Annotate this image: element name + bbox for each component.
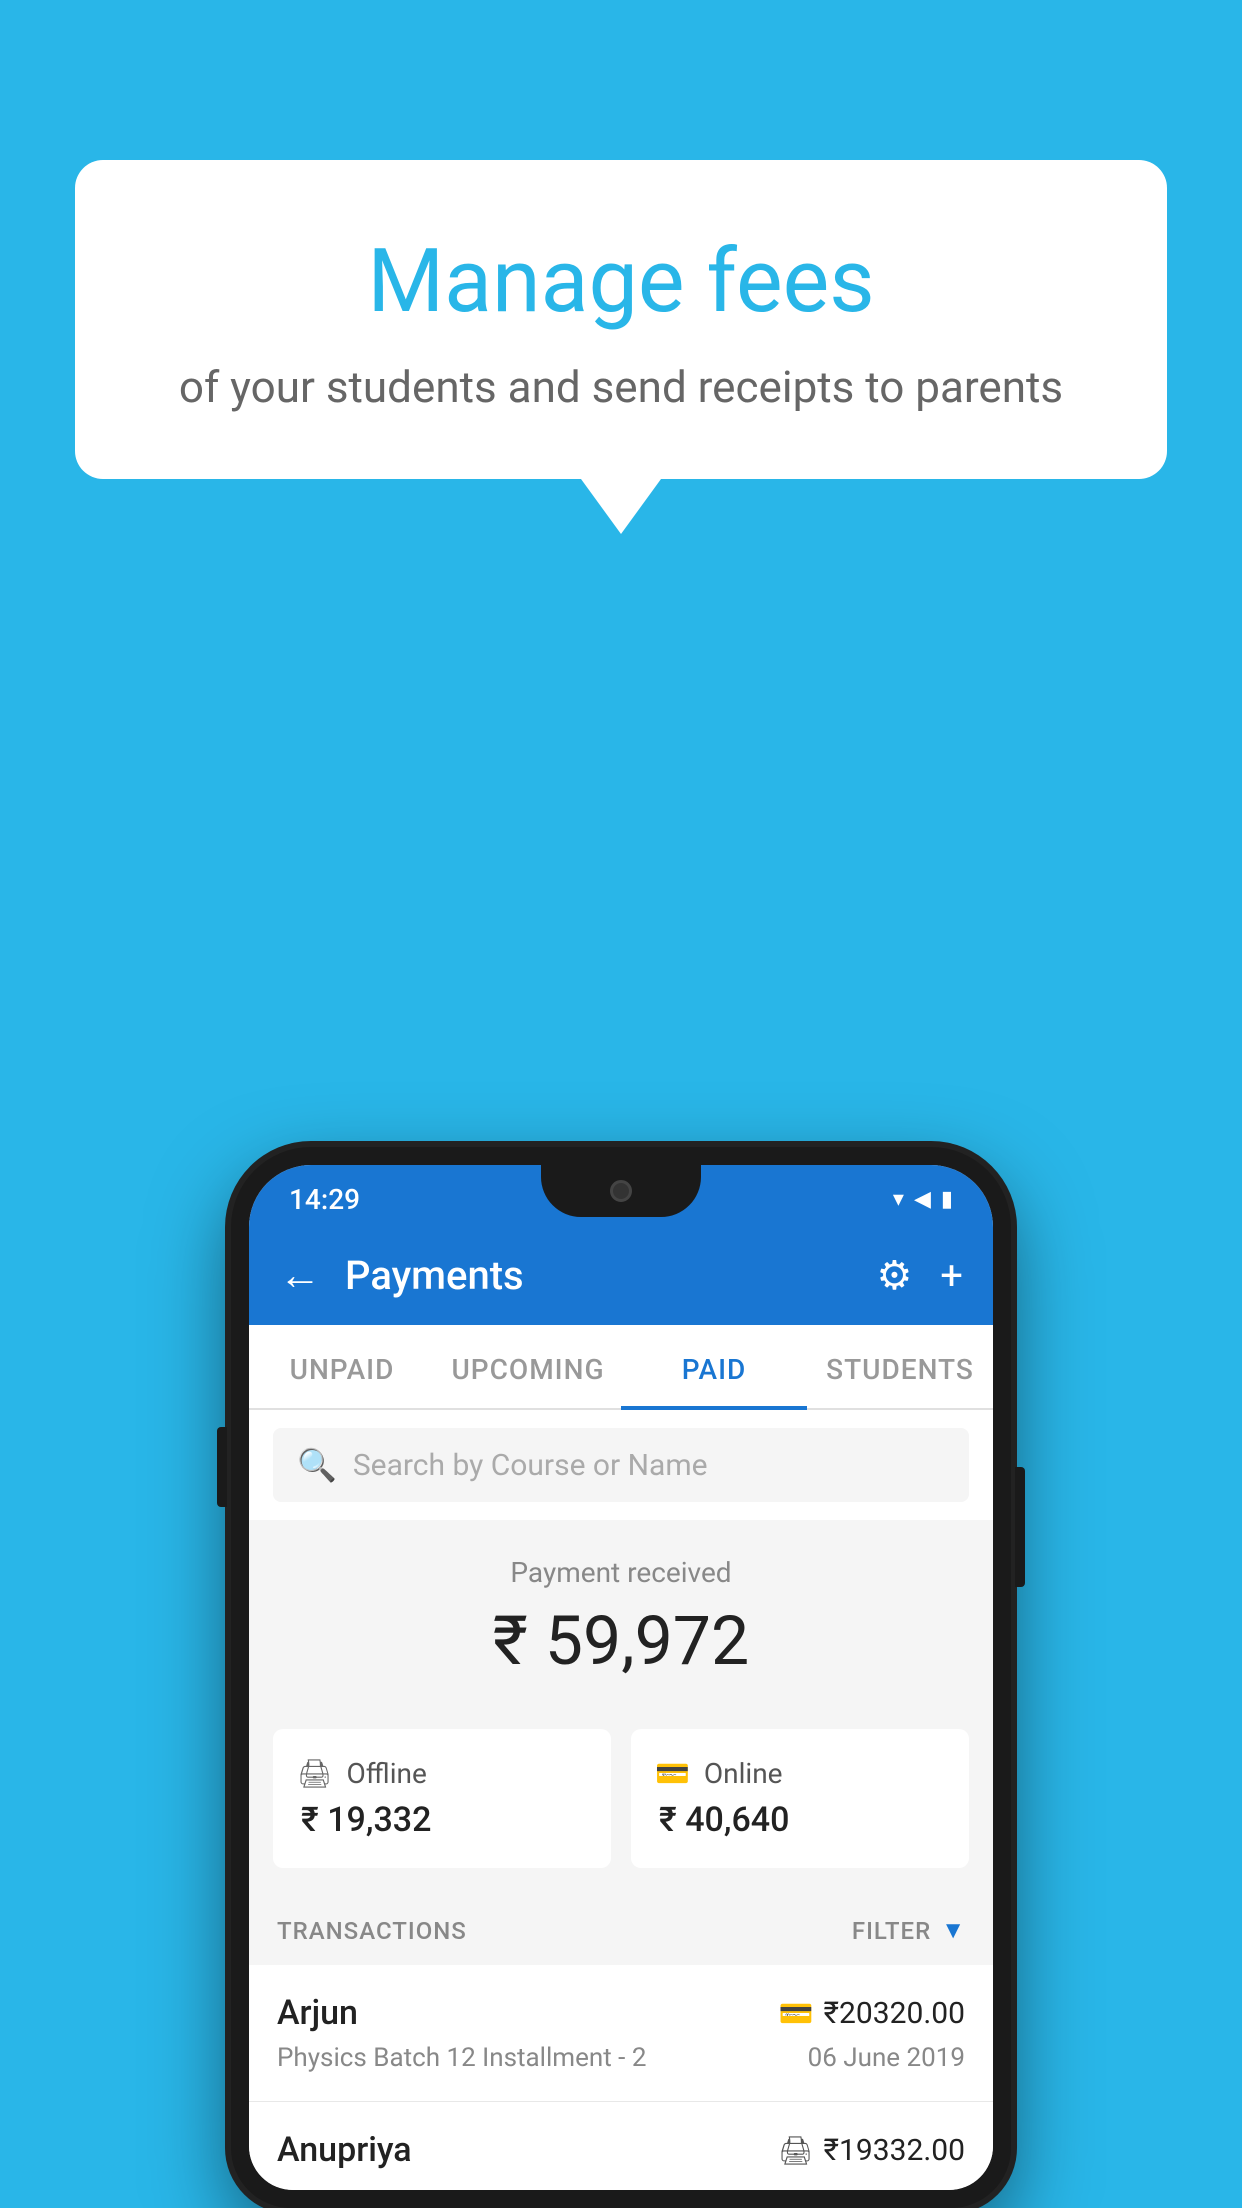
transaction-amount-area-2: 🖨 ₹19332.00 xyxy=(778,2133,965,2168)
filter-label: FILTER xyxy=(852,1917,931,1945)
transaction-row-partial[interactable]: Anupriya 🖨 ₹19332.00 xyxy=(249,2102,993,2190)
transaction-bottom: Physics Batch 12 Installment - 2 06 June… xyxy=(277,2043,965,2073)
offline-amount: ₹ 19,332 xyxy=(297,1800,587,1840)
back-button[interactable]: ← xyxy=(279,1251,321,1300)
transaction-date: 06 June 2019 xyxy=(808,2043,965,2073)
online-label: Online xyxy=(704,1757,783,1790)
search-container: 🔍 Search by Course or Name xyxy=(249,1410,993,1520)
wifi-icon: ▾ xyxy=(893,1187,904,1212)
settings-icon[interactable]: ⚙ xyxy=(876,1252,912,1299)
camera xyxy=(610,1180,632,1202)
online-card-header: 💳 Online xyxy=(655,1757,945,1790)
transaction-course: Physics Batch 12 Installment - 2 xyxy=(277,2043,646,2073)
filter-area[interactable]: FILTER ▼ xyxy=(852,1916,965,1945)
transaction-name-2: Anupriya xyxy=(277,2130,412,2170)
speech-bubble-title: Manage fees xyxy=(155,230,1087,333)
payment-received-amount: ₹ 59,972 xyxy=(249,1601,993,1681)
tab-students[interactable]: STUDENTS xyxy=(807,1325,993,1408)
notch xyxy=(541,1165,701,1217)
transaction-top-partial: Anupriya 🖨 ₹19332.00 xyxy=(277,2130,965,2170)
search-icon: 🔍 xyxy=(297,1446,337,1484)
signal-icon: ◀ xyxy=(914,1187,931,1212)
offline-payment-icon: 🖨 xyxy=(778,2134,814,2167)
online-card: 💳 Online ₹ 40,640 xyxy=(631,1729,969,1868)
card-payment-icon: 💳 xyxy=(779,1997,814,2030)
tab-unpaid[interactable]: UNPAID xyxy=(249,1325,435,1408)
phone-screen: 14:29 ▾ ◀ ▮ ← Payments ⚙ + UNPAID xyxy=(249,1165,993,2190)
offline-card: 🖨 Offline ₹ 19,332 xyxy=(273,1729,611,1868)
offline-label: Offline xyxy=(347,1757,427,1790)
transaction-row[interactable]: Arjun 💳 ₹20320.00 Physics Batch 12 Insta… xyxy=(249,1965,993,2102)
app-bar: ← Payments ⚙ + xyxy=(249,1225,993,1325)
transaction-amount: ₹20320.00 xyxy=(824,1996,965,2031)
payment-received-label: Payment received xyxy=(249,1556,993,1589)
transaction-top: Arjun 💳 ₹20320.00 xyxy=(277,1993,965,2033)
transactions-header: TRANSACTIONS FILTER ▼ xyxy=(249,1896,993,1965)
add-icon[interactable]: + xyxy=(940,1252,963,1299)
transaction-name: Arjun xyxy=(277,1993,358,2033)
speech-bubble-subtitle: of your students and send receipts to pa… xyxy=(155,357,1087,419)
speech-bubble-arrow xyxy=(581,479,661,534)
tabs: UNPAID UPCOMING PAID STUDENTS xyxy=(249,1325,993,1410)
online-amount: ₹ 40,640 xyxy=(655,1800,945,1840)
status-icons: ▾ ◀ ▮ xyxy=(893,1187,953,1212)
offline-icon: 🖨 xyxy=(297,1757,333,1790)
payment-section: Payment received ₹ 59,972 xyxy=(249,1520,993,1709)
search-input[interactable]: Search by Course or Name xyxy=(353,1448,708,1483)
cards-row: 🖨 Offline ₹ 19,332 💳 Online ₹ 40,640 xyxy=(249,1709,993,1896)
status-time: 14:29 xyxy=(289,1183,360,1216)
transaction-amount-area: 💳 ₹20320.00 xyxy=(779,1996,965,2031)
app-bar-icons: ⚙ + xyxy=(876,1252,963,1299)
transactions-label: TRANSACTIONS xyxy=(277,1917,467,1945)
filter-icon: ▼ xyxy=(941,1916,965,1945)
offline-card-header: 🖨 Offline xyxy=(297,1757,587,1790)
tab-paid[interactable]: PAID xyxy=(621,1325,807,1408)
tab-upcoming[interactable]: UPCOMING xyxy=(435,1325,621,1408)
phone-container: 14:29 ▾ ◀ ▮ ← Payments ⚙ + UNPAID xyxy=(231,1147,1011,2208)
battery-icon: ▮ xyxy=(941,1187,953,1212)
transaction-amount-2: ₹19332.00 xyxy=(824,2133,965,2168)
speech-bubble-container: Manage fees of your students and send re… xyxy=(75,160,1167,534)
app-title: Payments xyxy=(345,1252,852,1299)
speech-bubble: Manage fees of your students and send re… xyxy=(75,160,1167,479)
online-icon: 💳 xyxy=(655,1757,690,1790)
search-box[interactable]: 🔍 Search by Course or Name xyxy=(273,1428,969,1502)
phone: 14:29 ▾ ◀ ▮ ← Payments ⚙ + UNPAID xyxy=(231,1147,1011,2208)
